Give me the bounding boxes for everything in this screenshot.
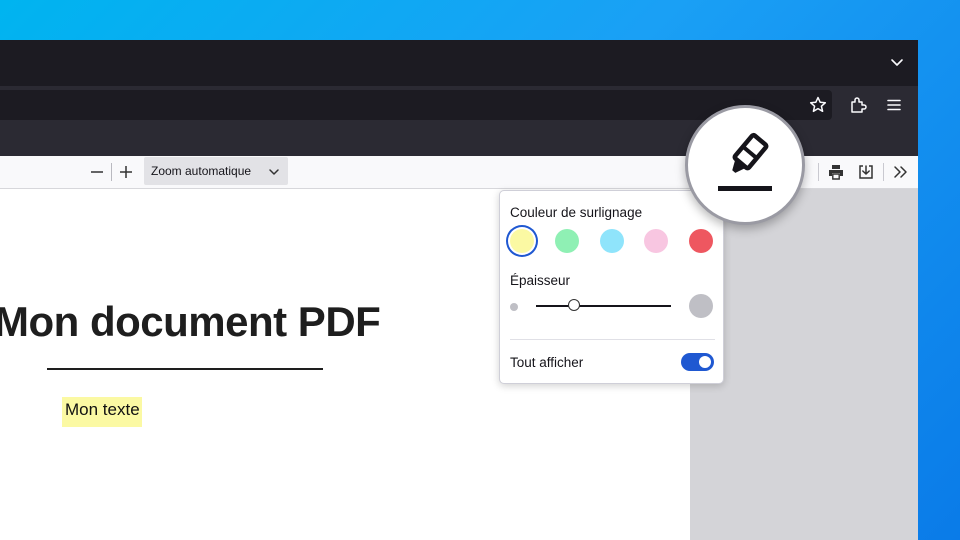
- zoom-in-icon[interactable]: [118, 164, 134, 180]
- show-all-label: Tout afficher: [510, 355, 584, 370]
- popup-divider: [510, 339, 715, 340]
- download-icon[interactable]: [857, 163, 875, 181]
- color-swatch-red[interactable]: [689, 229, 713, 253]
- thickness-slider-thumb[interactable]: [567, 299, 580, 311]
- toolbar-separator: [883, 163, 884, 181]
- thickness-slider[interactable]: [536, 305, 671, 307]
- highlight-color-label: Couleur de surlignage: [510, 205, 643, 220]
- url-bar[interactable]: [0, 90, 832, 120]
- toggle-knob: [699, 356, 711, 368]
- browser-window: Zoom automatique Mon document PDF Mon te…: [0, 40, 918, 540]
- color-swatch-yellow[interactable]: [510, 229, 534, 253]
- thickness-max-icon: [689, 294, 713, 318]
- color-swatch-blue[interactable]: [600, 229, 624, 253]
- highlight-settings-popup: Couleur de surlignage Épaisseur Tout aff…: [499, 190, 724, 384]
- more-tools-icon[interactable]: [892, 163, 910, 181]
- color-swatch-green[interactable]: [555, 229, 579, 253]
- tab-strip: [0, 40, 918, 86]
- color-swatch-pink[interactable]: [644, 229, 668, 253]
- extensions-icon[interactable]: [848, 95, 868, 115]
- show-all-toggle[interactable]: [681, 353, 714, 371]
- toolbar-separator: [818, 163, 819, 181]
- viewer-area: Mon document PDF Mon texte: [0, 189, 918, 540]
- title-rule: [47, 368, 323, 370]
- zoom-select[interactable]: Zoom automatique: [144, 157, 288, 185]
- tab-list-chevron-icon[interactable]: [888, 54, 906, 72]
- zoom-select-value: Zoom automatique: [151, 164, 252, 178]
- toolbar-separator: [111, 163, 112, 181]
- print-icon[interactable]: [827, 163, 845, 181]
- highlighter-icon: [718, 132, 772, 191]
- app-menu-icon[interactable]: [884, 95, 904, 115]
- chevron-down-icon: [269, 169, 279, 175]
- document-title: Mon document PDF: [0, 298, 381, 345]
- thickness-min-icon: [510, 303, 518, 311]
- document-text: Mon texte: [65, 400, 140, 419]
- magnifier-callout: [685, 105, 805, 225]
- thickness-label: Épaisseur: [510, 273, 571, 288]
- bookmark-star-icon[interactable]: [808, 95, 828, 115]
- zoom-out-icon[interactable]: [89, 164, 105, 180]
